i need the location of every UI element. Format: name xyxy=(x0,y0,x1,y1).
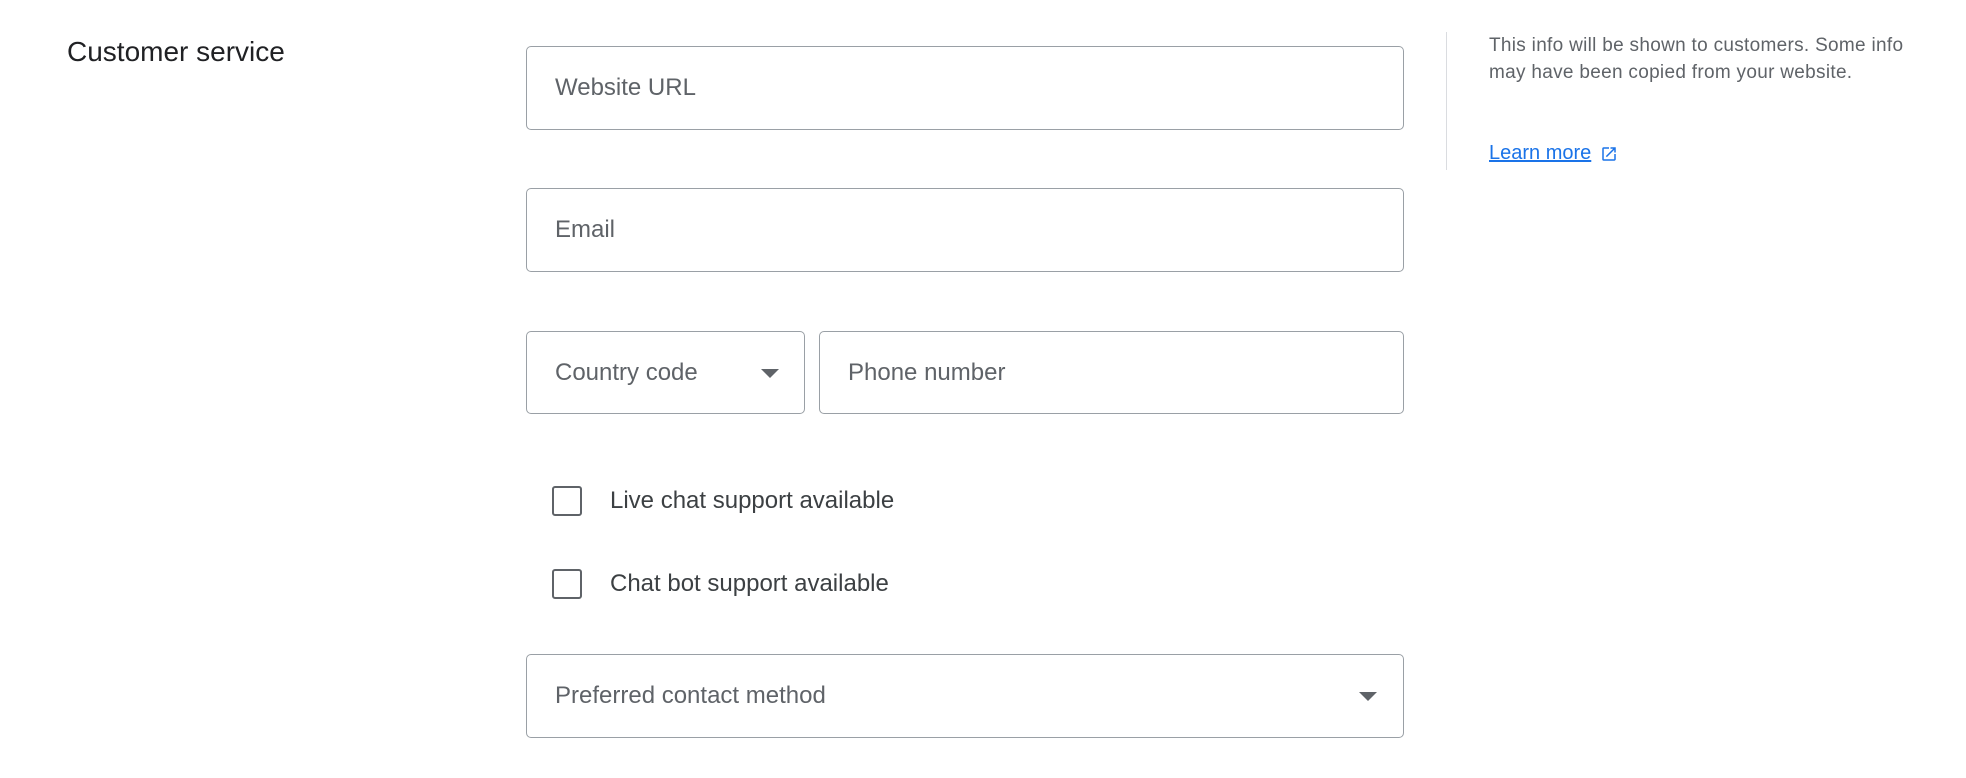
chevron-down-icon xyxy=(1359,692,1377,701)
chat-bot-checkbox-row[interactable]: Chat bot support available xyxy=(552,567,889,601)
preferred-contact-label: Preferred contact method xyxy=(555,682,826,709)
learn-more-link[interactable]: Learn more xyxy=(1489,142,1618,165)
chat-bot-checkbox[interactable] xyxy=(552,569,582,599)
live-chat-label: Live chat support available xyxy=(610,487,895,514)
email-input[interactable] xyxy=(527,189,1403,271)
email-field[interactable] xyxy=(526,188,1404,272)
help-text: This info will be shown to customers. So… xyxy=(1489,35,1904,83)
chevron-down-icon xyxy=(761,369,779,378)
chat-bot-label: Chat bot support available xyxy=(610,570,889,597)
country-code-select[interactable]: Country code xyxy=(526,331,805,414)
country-code-label: Country code xyxy=(555,358,698,386)
live-chat-checkbox[interactable] xyxy=(552,486,582,516)
phone-number-input[interactable] xyxy=(820,332,1403,413)
learn-more-label: Learn more xyxy=(1489,142,1592,164)
help-divider xyxy=(1446,32,1447,170)
external-link-icon xyxy=(1602,146,1617,161)
section-title: Customer service xyxy=(67,36,285,67)
preferred-contact-select[interactable]: Preferred contact method xyxy=(526,654,1404,738)
live-chat-checkbox-row[interactable]: Live chat support available xyxy=(552,484,894,518)
phone-number-field[interactable] xyxy=(819,331,1404,414)
website-url-field[interactable] xyxy=(526,46,1404,130)
website-url-input[interactable] xyxy=(527,47,1403,129)
